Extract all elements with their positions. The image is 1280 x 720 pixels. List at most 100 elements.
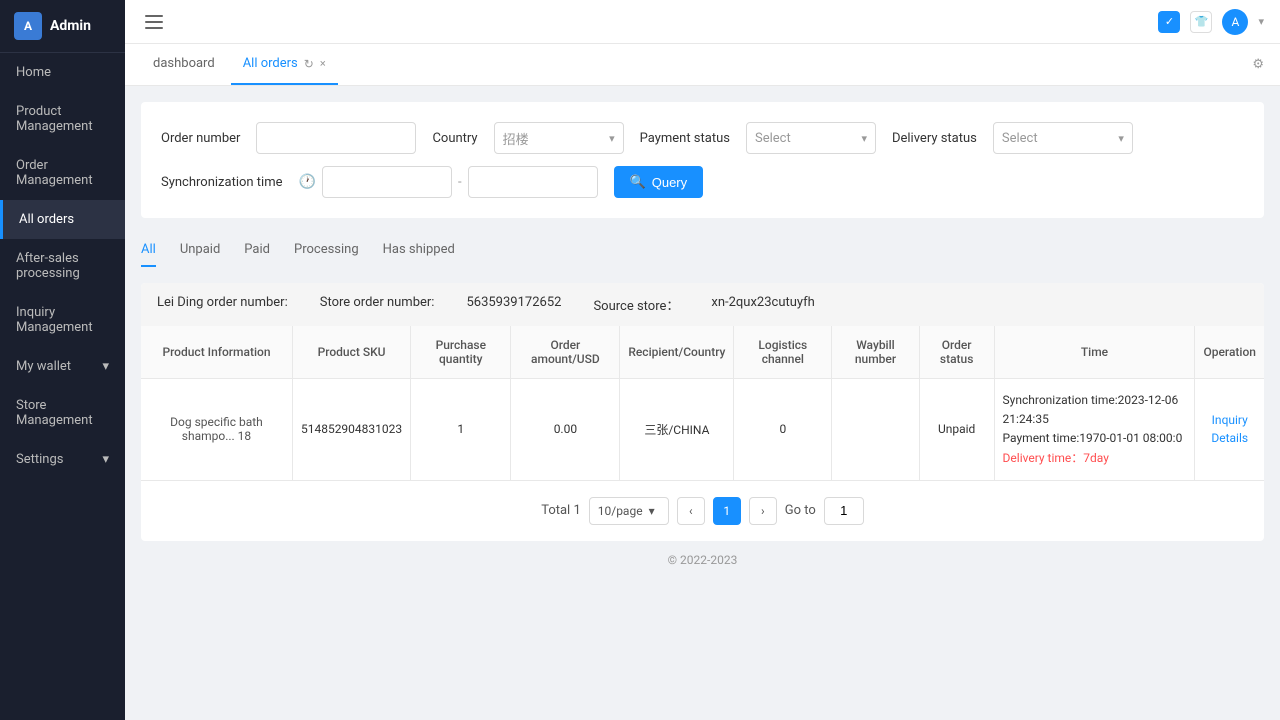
payment-time: Payment time:1970-01-01 08:00:0 [1003, 429, 1187, 448]
sidebar-item-label: Product Management [16, 104, 93, 134]
tab-label: All orders [243, 56, 298, 71]
delivery-status-select[interactable]: Select ▾ [993, 122, 1133, 154]
next-page-button[interactable]: › [749, 497, 777, 525]
payment-status-label: Payment status [640, 131, 730, 146]
order-number-label: Order number [161, 131, 240, 146]
current-page-button[interactable]: 1 [713, 497, 741, 525]
avatar[interactable]: A [1222, 9, 1248, 35]
per-page-select[interactable]: 10/page ▾ [589, 497, 669, 525]
sidebar-item-label: Order Management [16, 158, 93, 188]
sidebar-item-after-sales[interactable]: After-sales processing [0, 239, 125, 293]
content-area: Order number Country 招楼 ▾ Payment status… [125, 86, 1280, 720]
sidebar-item-store-management[interactable]: Store Management [0, 386, 125, 440]
sidebar-item-wallet[interactable]: My wallet ▾ [0, 347, 125, 386]
shirt-icon[interactable]: 👕 [1190, 11, 1212, 33]
sync-time-label: Synchronization time [161, 175, 283, 190]
topbar-right: ✓ 👕 A ▾ [1158, 9, 1264, 35]
chevron-down-icon: ▾ [861, 132, 867, 145]
sidebar-item-label: After-sales processing [16, 251, 80, 281]
store-order-label: Store order number: [320, 295, 435, 314]
cell-product-sku: 514852904831023 [292, 379, 410, 481]
sync-time: Synchronization time:2023-12-06 21:24:35 [1003, 391, 1187, 429]
order-tab-all[interactable]: All [141, 234, 156, 267]
prev-page-button[interactable]: ‹ [677, 497, 705, 525]
col-operation: Operation [1195, 326, 1264, 379]
inquiry-button[interactable]: Inquiry [1203, 413, 1256, 427]
search-icon: 🔍 [630, 174, 646, 190]
country-select-value: 招楼 [503, 129, 603, 148]
sidebar-item-home[interactable]: Home [0, 53, 125, 92]
cell-product-info: Dog specific bath shampo... 18 [141, 379, 292, 481]
sidebar-item-label: Settings [16, 452, 63, 467]
chevron-down-icon[interactable]: ▾ [1258, 15, 1264, 28]
sidebar-item-order-management[interactable]: Order Management [0, 146, 125, 200]
tab-all-orders[interactable]: All orders ↻ × [231, 44, 338, 85]
cell-time: Synchronization time:2023-12-06 21:24:35… [994, 379, 1195, 481]
date-separator: - [458, 175, 462, 190]
chevron-down-icon: ▾ [102, 359, 109, 374]
tab-label: dashboard [153, 56, 215, 71]
logo-text: Admin [50, 18, 91, 34]
order-tab-label: Unpaid [180, 242, 220, 257]
lei-ding-label: Lei Ding order number: [157, 295, 288, 314]
sidebar-item-label: Home [16, 65, 51, 80]
sidebar-item-product-management[interactable]: Product Management [0, 92, 125, 146]
logo-icon: A [14, 12, 42, 40]
sidebar-item-inquiry[interactable]: Inquiry Management [0, 293, 125, 347]
order-tab-processing[interactable]: Processing [294, 234, 359, 267]
go-to-label: Go to [785, 503, 816, 518]
sidebar-item-label: Store Management [16, 398, 93, 428]
col-product-info: Product Information [141, 326, 292, 379]
col-product-sku: Product SKU [292, 326, 410, 379]
start-date-input[interactable] [322, 166, 452, 198]
filter-row-2: Synchronization time 🕐 - 🔍 Query [161, 166, 1244, 198]
footer: © 2022-2023 [141, 541, 1264, 579]
sidebar-item-all-orders[interactable]: All orders [0, 200, 125, 239]
cell-purchase-qty: 1 [411, 379, 511, 481]
delivery-time: Delivery time：7day [1003, 449, 1187, 468]
details-button[interactable]: Details [1203, 431, 1256, 445]
sidebar-item-label: My wallet [16, 359, 71, 374]
chevron-down-icon: ▾ [649, 504, 655, 518]
chevron-down-icon: ▾ [609, 132, 615, 145]
copyright: © 2022-2023 [668, 553, 738, 567]
settings-icon[interactable]: ⚙ [1252, 57, 1264, 72]
close-icon[interactable]: × [320, 57, 326, 70]
orders-table: Product Information Product SKU Purchase… [141, 326, 1264, 481]
col-waybill: Waybill number [832, 326, 920, 379]
tabs-bar: dashboard All orders ↻ × ⚙ [125, 44, 1280, 86]
filter-row-1: Order number Country 招楼 ▾ Payment status… [161, 122, 1244, 154]
sidebar-item-label: All orders [19, 212, 74, 227]
go-to-input[interactable] [824, 497, 864, 525]
col-order-amount: Order amount/USD [511, 326, 620, 379]
table-card: Lei Ding order number: Store order numbe… [141, 283, 1264, 541]
hamburger-icon[interactable] [141, 11, 167, 33]
order-tab-unpaid[interactable]: Unpaid [180, 234, 220, 267]
order-tab-label: Has shipped [383, 242, 455, 257]
cell-logistics: 0 [734, 379, 832, 481]
query-btn-label: Query [652, 175, 687, 190]
sidebar-item-settings[interactable]: Settings ▾ [0, 440, 125, 479]
country-label: Country [432, 131, 477, 146]
chevron-down-icon: ▾ [102, 452, 109, 467]
cell-waybill [832, 379, 920, 481]
avatar-initial: A [1232, 15, 1240, 29]
order-tab-shipped[interactable]: Has shipped [383, 234, 455, 267]
query-button[interactable]: 🔍 Query [614, 166, 704, 198]
sidebar-item-label: Inquiry Management [16, 305, 93, 335]
per-page-value: 10/page [598, 504, 643, 518]
checkmark-icon[interactable]: ✓ [1158, 11, 1180, 33]
tab-dashboard[interactable]: dashboard [141, 44, 227, 85]
date-range: 🕐 - [299, 166, 598, 198]
end-date-input[interactable] [468, 166, 598, 198]
payment-status-select[interactable]: Select ▾ [746, 122, 876, 154]
country-select[interactable]: 招楼 ▾ [494, 122, 624, 154]
sidebar: A Admin Home Product Management Order Ma… [0, 0, 125, 720]
topbar: ✓ 👕 A ▾ [125, 0, 1280, 44]
order-tab-paid[interactable]: Paid [244, 234, 270, 267]
cell-order-status: Unpaid [919, 379, 994, 481]
order-tabs: All Unpaid Paid Processing Has shipped [141, 234, 1264, 267]
order-number-input[interactable] [256, 122, 416, 154]
refresh-icon[interactable]: ↻ [304, 57, 314, 71]
cell-operation: Inquiry Details [1195, 379, 1264, 481]
